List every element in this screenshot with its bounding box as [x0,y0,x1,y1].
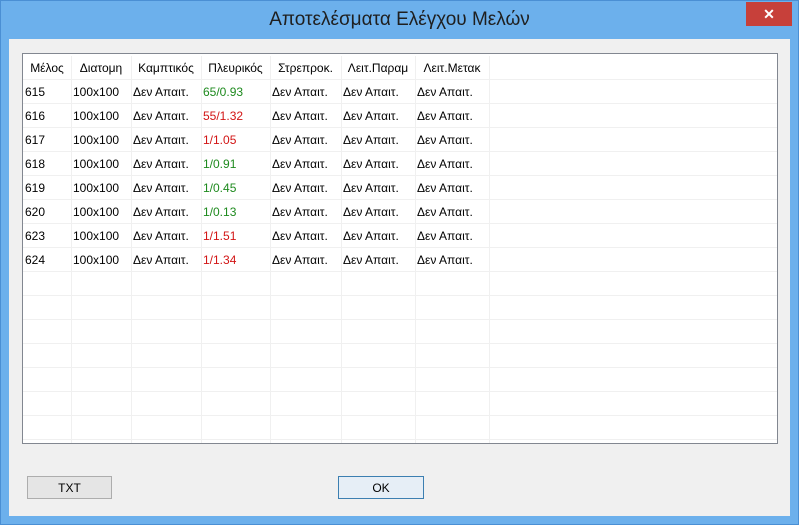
cell-bending: Δεν Απαιτ. [133,133,189,147]
cell-lateral: 65/0.93 [203,85,244,99]
table-row[interactable]: 624 100x100 Δεν Απαιτ. 1/1.34 Δεν Απαιτ. Δεν … [23,248,489,272]
cell-serv-disp: Δεν Απαιτ. [417,253,473,267]
cell-serv-param: Δεν Απαιτ. [343,109,399,123]
close-icon: ✕ [763,6,775,22]
column-header-bending[interactable]: Καμπτικός [131,56,201,80]
window-title: Αποτελέσματα Ελέγχου Μελών [269,9,530,30]
ok-button[interactable]: OK [338,476,424,499]
dialog-body: Μέλος Διατομη Καμπτικός Πλευρικός Στρεπροκ. Λ… [9,39,790,516]
row-gridline [23,295,777,296]
cell-serv-param: Δεν Απαιτ. [343,229,399,243]
row-gridline [23,319,777,320]
cell-serv-disp: Δεν Απαιτ. [417,229,473,243]
cell-lateral: 1/1.05 [203,133,237,147]
cell-serv-disp: Δεν Απαιτ. [417,109,473,123]
table-row[interactable]: 618 100x100 Δεν Απαιτ. 1/0.91 Δεν Απαιτ. Δεν … [23,152,489,176]
cell-section: 100x100 [73,133,120,147]
results-dialog: Αποτελέσματα Ελέγχου Μελών ✕ Μέλος Διατομ… [0,0,799,525]
table-row[interactable]: 616 100x100 Δεν Απαιτ. 55/1.32 Δεν Απαιτ. Δεν… [23,104,489,128]
cell-serv-disp: Δεν Απαιτ. [417,85,473,99]
row-gridline [23,415,777,416]
cell-section: 100x100 [73,253,120,267]
cell-bending: Δεν Απαιτ. [133,229,189,243]
table-row[interactable]: 619 100x100 Δεν Απαιτ. 1/0.45 Δεν Απαιτ. Δεν … [23,176,489,200]
cell-member: 620 [25,205,46,219]
column-header-serv-disp[interactable]: Λειτ.Μετακ [415,56,489,80]
table-row[interactable]: 620 100x100 Δεν Απαιτ. 1/0.13 Δεν Απαιτ. Δεν … [23,200,489,224]
column-header-member[interactable]: Μέλος [23,56,71,80]
table-row[interactable]: 615 100x100 Δεν Απαιτ. 65/0.93 Δεν Απαιτ. Δεν… [23,80,489,104]
cell-torsion: Δεν Απαιτ. [272,109,328,123]
cell-member: 617 [25,133,46,147]
cell-serv-disp: Δεν Απαιτ. [417,157,473,171]
title-bar[interactable]: Αποτελέσματα Ελέγχου Μελών ✕ [1,1,798,39]
cell-member: 616 [25,109,46,123]
cell-lateral: 1/0.13 [203,205,237,219]
row-gridline [23,391,777,392]
cell-serv-param: Δεν Απαιτ. [343,157,399,171]
txt-button[interactable]: TXT [27,476,112,499]
column-header-torsion[interactable]: Στρεπροκ. [270,56,341,80]
cell-torsion: Δεν Απαιτ. [272,253,328,267]
cell-section: 100x100 [73,109,120,123]
row-gridline [23,343,777,344]
table-row[interactable]: 617 100x100 Δεν Απαιτ. 1/1.05 Δεν Απαιτ. Δεν … [23,128,489,152]
cell-lateral: 1/1.34 [203,253,237,267]
row-gridline [23,439,777,440]
cell-torsion: Δεν Απαιτ. [272,205,328,219]
cell-bending: Δεν Απαιτ. [133,85,189,99]
column-header-lateral[interactable]: Πλευρικός [201,56,270,80]
cell-serv-disp: Δεν Απαιτ. [417,181,473,195]
cell-serv-param: Δεν Απαιτ. [343,205,399,219]
cell-bending: Δεν Απαιτ. [133,253,189,267]
cell-serv-param: Δεν Απαιτ. [343,253,399,267]
table-row[interactable]: 623 100x100 Δεν Απαιτ. 1/1.51 Δεν Απαιτ. Δεν … [23,224,489,248]
cell-lateral: 1/0.45 [203,181,237,195]
cell-section: 100x100 [73,205,120,219]
cell-member: 624 [25,253,46,267]
cell-lateral: 55/1.32 [203,109,244,123]
cell-serv-param: Δεν Απαιτ. [343,181,399,195]
cell-section: 100x100 [73,157,120,171]
column-header-section[interactable]: Διατομη [71,56,131,80]
cell-torsion: Δεν Απαιτ. [272,85,328,99]
cell-bending: Δεν Απαιτ. [133,157,189,171]
cell-torsion: Δεν Απαιτ. [272,181,328,195]
cell-torsion: Δεν Απαιτ. [272,157,328,171]
cell-section: 100x100 [73,85,120,99]
cell-member: 618 [25,157,46,171]
cell-lateral: 1/0.91 [203,157,237,171]
column-header-serv-param[interactable]: Λειτ.Παραμ [341,56,415,80]
row-gridline [23,367,777,368]
cell-serv-param: Δεν Απαιτ. [343,133,399,147]
cell-serv-disp: Δεν Απαιτ. [417,205,473,219]
cell-serv-param: Δεν Απαιτ. [343,85,399,99]
cell-member: 619 [25,181,46,195]
close-button[interactable]: ✕ [746,2,792,26]
cell-section: 100x100 [73,229,120,243]
cell-serv-disp: Δεν Απαιτ. [417,133,473,147]
cell-torsion: Δεν Απαιτ. [272,229,328,243]
cell-bending: Δεν Απαιτ. [133,181,189,195]
results-table[interactable]: Μέλος Διατομη Καμπτικός Πλευρικός Στρεπροκ. Λ… [22,53,778,444]
cell-bending: Δεν Απαιτ. [133,205,189,219]
column-separator[interactable] [489,56,490,443]
cell-bending: Δεν Απαιτ. [133,109,189,123]
cell-member: 623 [25,229,46,243]
cell-member: 615 [25,85,46,99]
cell-section: 100x100 [73,181,120,195]
cell-lateral: 1/1.51 [203,229,237,243]
cell-torsion: Δεν Απαιτ. [272,133,328,147]
